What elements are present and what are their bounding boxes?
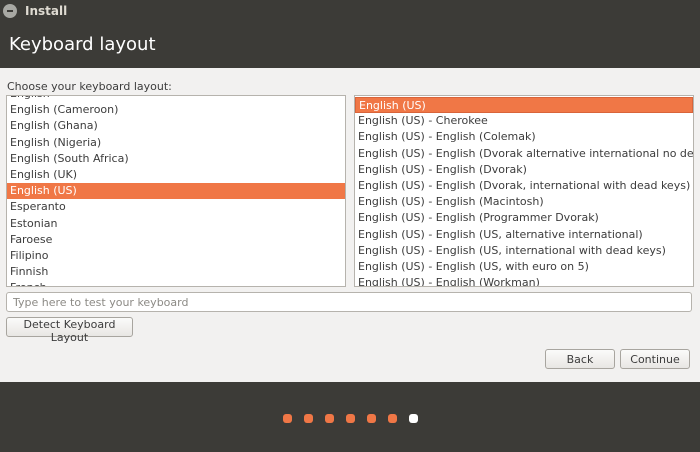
layout-list-item[interactable]: Finnish <box>7 264 345 280</box>
layout-list-item[interactable]: English (US) <box>7 183 345 200</box>
variant-list-item[interactable]: English (US) - English (US, with euro on… <box>355 259 693 275</box>
progress-dots <box>0 414 700 423</box>
progress-dot <box>387 414 397 423</box>
layout-list-item[interactable]: Filipino <box>7 248 345 264</box>
variant-list-item[interactable]: English (US) - English (Macintosh) <box>355 194 693 210</box>
variant-list-item[interactable]: English (US) - English (Colemak) <box>355 129 693 145</box>
progress-dot <box>345 414 355 423</box>
layout-list-item[interactable]: Estonian <box>7 216 345 232</box>
progress-dot <box>282 414 292 423</box>
detect-keyboard-layout-button[interactable]: Detect Keyboard Layout <box>6 317 133 344</box>
progress-dot <box>324 414 334 423</box>
variant-list-item[interactable]: English (US) - Cherokee <box>355 113 693 129</box>
layout-list-item[interactable]: English (Cameroon) <box>7 102 345 118</box>
continue-button[interactable]: Continue <box>620 349 690 369</box>
layout-list-item[interactable]: English (Ghana) <box>7 118 345 134</box>
layout-list[interactable]: EnglishEnglish (Cameroon)English (Ghana)… <box>6 95 346 287</box>
layout-list-item[interactable]: English (Nigeria) <box>7 135 345 151</box>
window-title: Install <box>25 4 68 18</box>
page-header: Keyboard layout <box>0 22 700 68</box>
variant-list-item[interactable]: English (US) - English (Programmer Dvora… <box>355 210 693 226</box>
variant-list-item[interactable]: English (US) <box>355 97 693 114</box>
page-title: Keyboard layout <box>9 34 156 55</box>
variant-list-item[interactable]: English (US) - English (US, internationa… <box>355 243 693 259</box>
progress-dot <box>303 414 313 423</box>
layout-list-item[interactable]: English (UK) <box>7 167 345 183</box>
variant-list[interactable]: English (US) English (US) - Cherokee Engli… <box>354 95 694 287</box>
layout-list-item[interactable]: English <box>7 96 345 102</box>
footer <box>0 382 700 452</box>
layout-prompt: Choose your keyboard layout: <box>7 80 172 93</box>
back-button[interactable]: Back <box>545 349 615 369</box>
layout-list-item[interactable]: Esperanto <box>7 199 345 215</box>
variant-list-item[interactable]: English (US) - English (Dvorak) <box>355 162 693 178</box>
layout-list-item[interactable]: English (South Africa) <box>7 151 345 167</box>
variant-list-item[interactable]: English (US) - English (Workman) <box>355 275 693 286</box>
keyboard-test-input[interactable] <box>6 292 692 312</box>
progress-dot-current <box>408 414 418 423</box>
layout-list-items: EnglishEnglish (Cameroon)English (Ghana)… <box>7 96 345 286</box>
variant-list-item[interactable]: English (US) - English (Dvorak alternati… <box>355 146 693 162</box>
title-bar: Install <box>0 0 700 22</box>
variant-list-item[interactable]: English (US) - English (Dvorak, internat… <box>355 178 693 194</box>
close-window-button[interactable] <box>3 4 17 18</box>
layout-list-item[interactable]: Faroese <box>7 232 345 248</box>
variant-list-item[interactable]: English (US) - English (US, alternative … <box>355 227 693 243</box>
layout-list-item[interactable]: French <box>7 280 345 286</box>
progress-dot <box>366 414 376 423</box>
close-icon <box>7 10 13 12</box>
variant-list-items: English (US) English (US) - Cherokee Engli… <box>355 97 693 286</box>
content-panel: Choose your keyboard layout: EnglishEngl… <box>0 68 700 382</box>
